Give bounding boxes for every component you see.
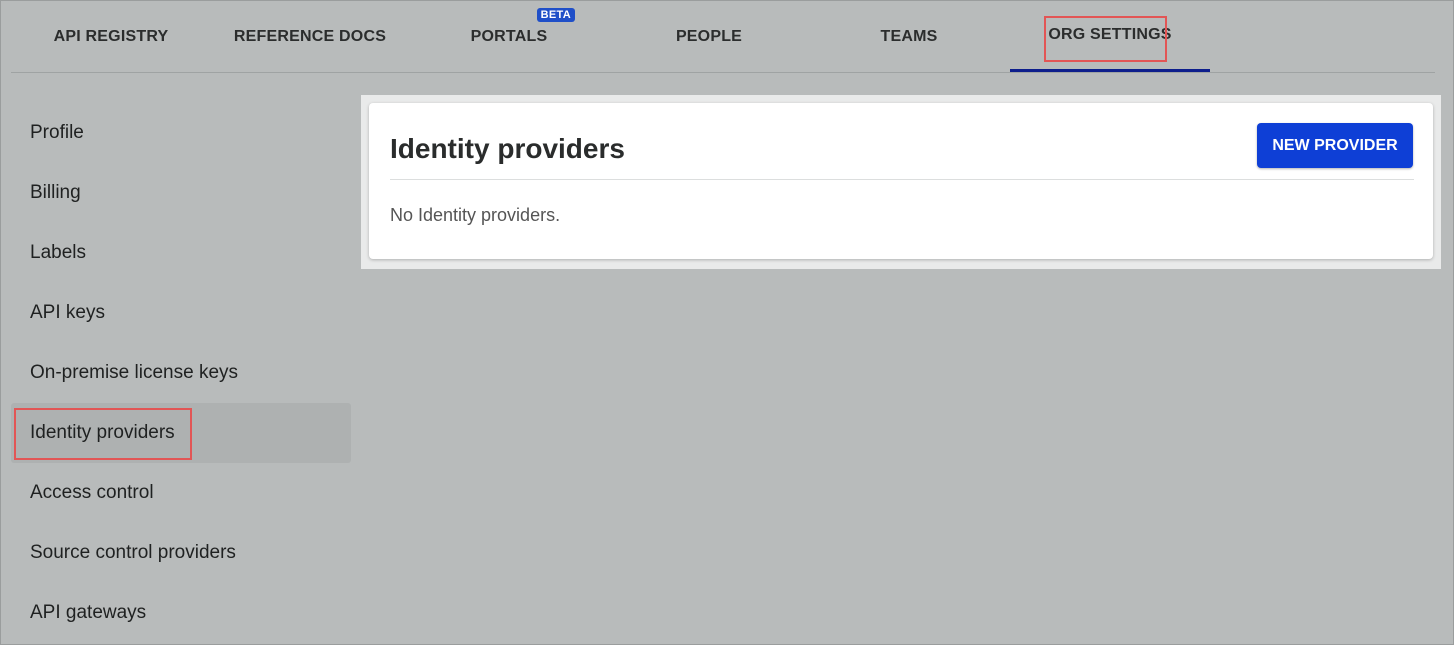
divider <box>390 179 1414 180</box>
settings-sidebar: Profile Billing Labels API keys On-premi… <box>11 103 351 643</box>
sidebar-item-label: Source control providers <box>30 542 236 563</box>
page-title: Identity providers <box>390 133 625 164</box>
sidebar-item-profile[interactable]: Profile <box>11 103 351 163</box>
sidebar-item-labels[interactable]: Labels <box>11 223 351 283</box>
sidebar-item-source-control-providers[interactable]: Source control providers <box>11 523 351 583</box>
tab-teams[interactable]: TEAMS <box>809 1 1009 72</box>
sidebar-item-label: On-premise license keys <box>30 362 239 383</box>
sidebar-item-access-control[interactable]: Access control <box>11 463 351 523</box>
sidebar-item-billing[interactable]: Billing <box>11 163 351 223</box>
identity-providers-panel: Identity providers NEW PROVIDER No Ident… <box>361 95 1441 269</box>
tab-org-settings[interactable]: ORG SETTINGS <box>1010 1 1210 72</box>
sidebar-item-label: Profile <box>30 122 84 143</box>
sidebar-item-label: API gateways <box>30 602 147 623</box>
app-frame: API REGISTRY REFERENCE DOCS PORTALS BETA… <box>0 0 1454 645</box>
sidebar-item-identity-providers[interactable]: Identity providers <box>11 403 351 463</box>
tab-portals-label: PORTALS <box>470 27 548 45</box>
sidebar-item-on-premise-license-keys[interactable]: On-premise license keys <box>11 343 351 403</box>
tab-people[interactable]: PEOPLE <box>609 1 809 72</box>
identity-providers-card: Identity providers NEW PROVIDER No Ident… <box>369 103 1433 259</box>
empty-state-message: No Identity providers. <box>390 205 561 225</box>
tab-portals[interactable]: PORTALS BETA <box>409 1 609 72</box>
tab-label: PEOPLE <box>675 27 743 45</box>
sidebar-item-api-keys[interactable]: API keys <box>11 283 351 343</box>
tab-label: TEAMS <box>880 27 938 45</box>
tab-label: REFERENCE DOCS <box>233 27 387 45</box>
top-navigation: API REGISTRY REFERENCE DOCS PORTALS BETA… <box>11 1 1435 73</box>
tab-reference-docs[interactable]: REFERENCE DOCS <box>211 1 409 72</box>
beta-badge: BETA <box>536 7 575 22</box>
tab-label: API REGISTRY <box>53 27 169 45</box>
tab-api-registry[interactable]: API REGISTRY <box>11 1 211 72</box>
sidebar-item-label: API keys <box>30 302 105 323</box>
sidebar-item-label: Billing <box>30 182 81 203</box>
sidebar-item-label: Identity providers <box>30 422 175 443</box>
sidebar-item-api-gateways[interactable]: API gateways <box>11 583 351 643</box>
tab-label: PORTALS BETA <box>470 7 575 46</box>
sidebar-item-label: Labels <box>30 242 86 263</box>
new-provider-button[interactable]: NEW PROVIDER <box>1257 123 1413 168</box>
tab-label: ORG SETTINGS <box>1048 26 1172 43</box>
sidebar-item-label: Access control <box>30 482 154 503</box>
